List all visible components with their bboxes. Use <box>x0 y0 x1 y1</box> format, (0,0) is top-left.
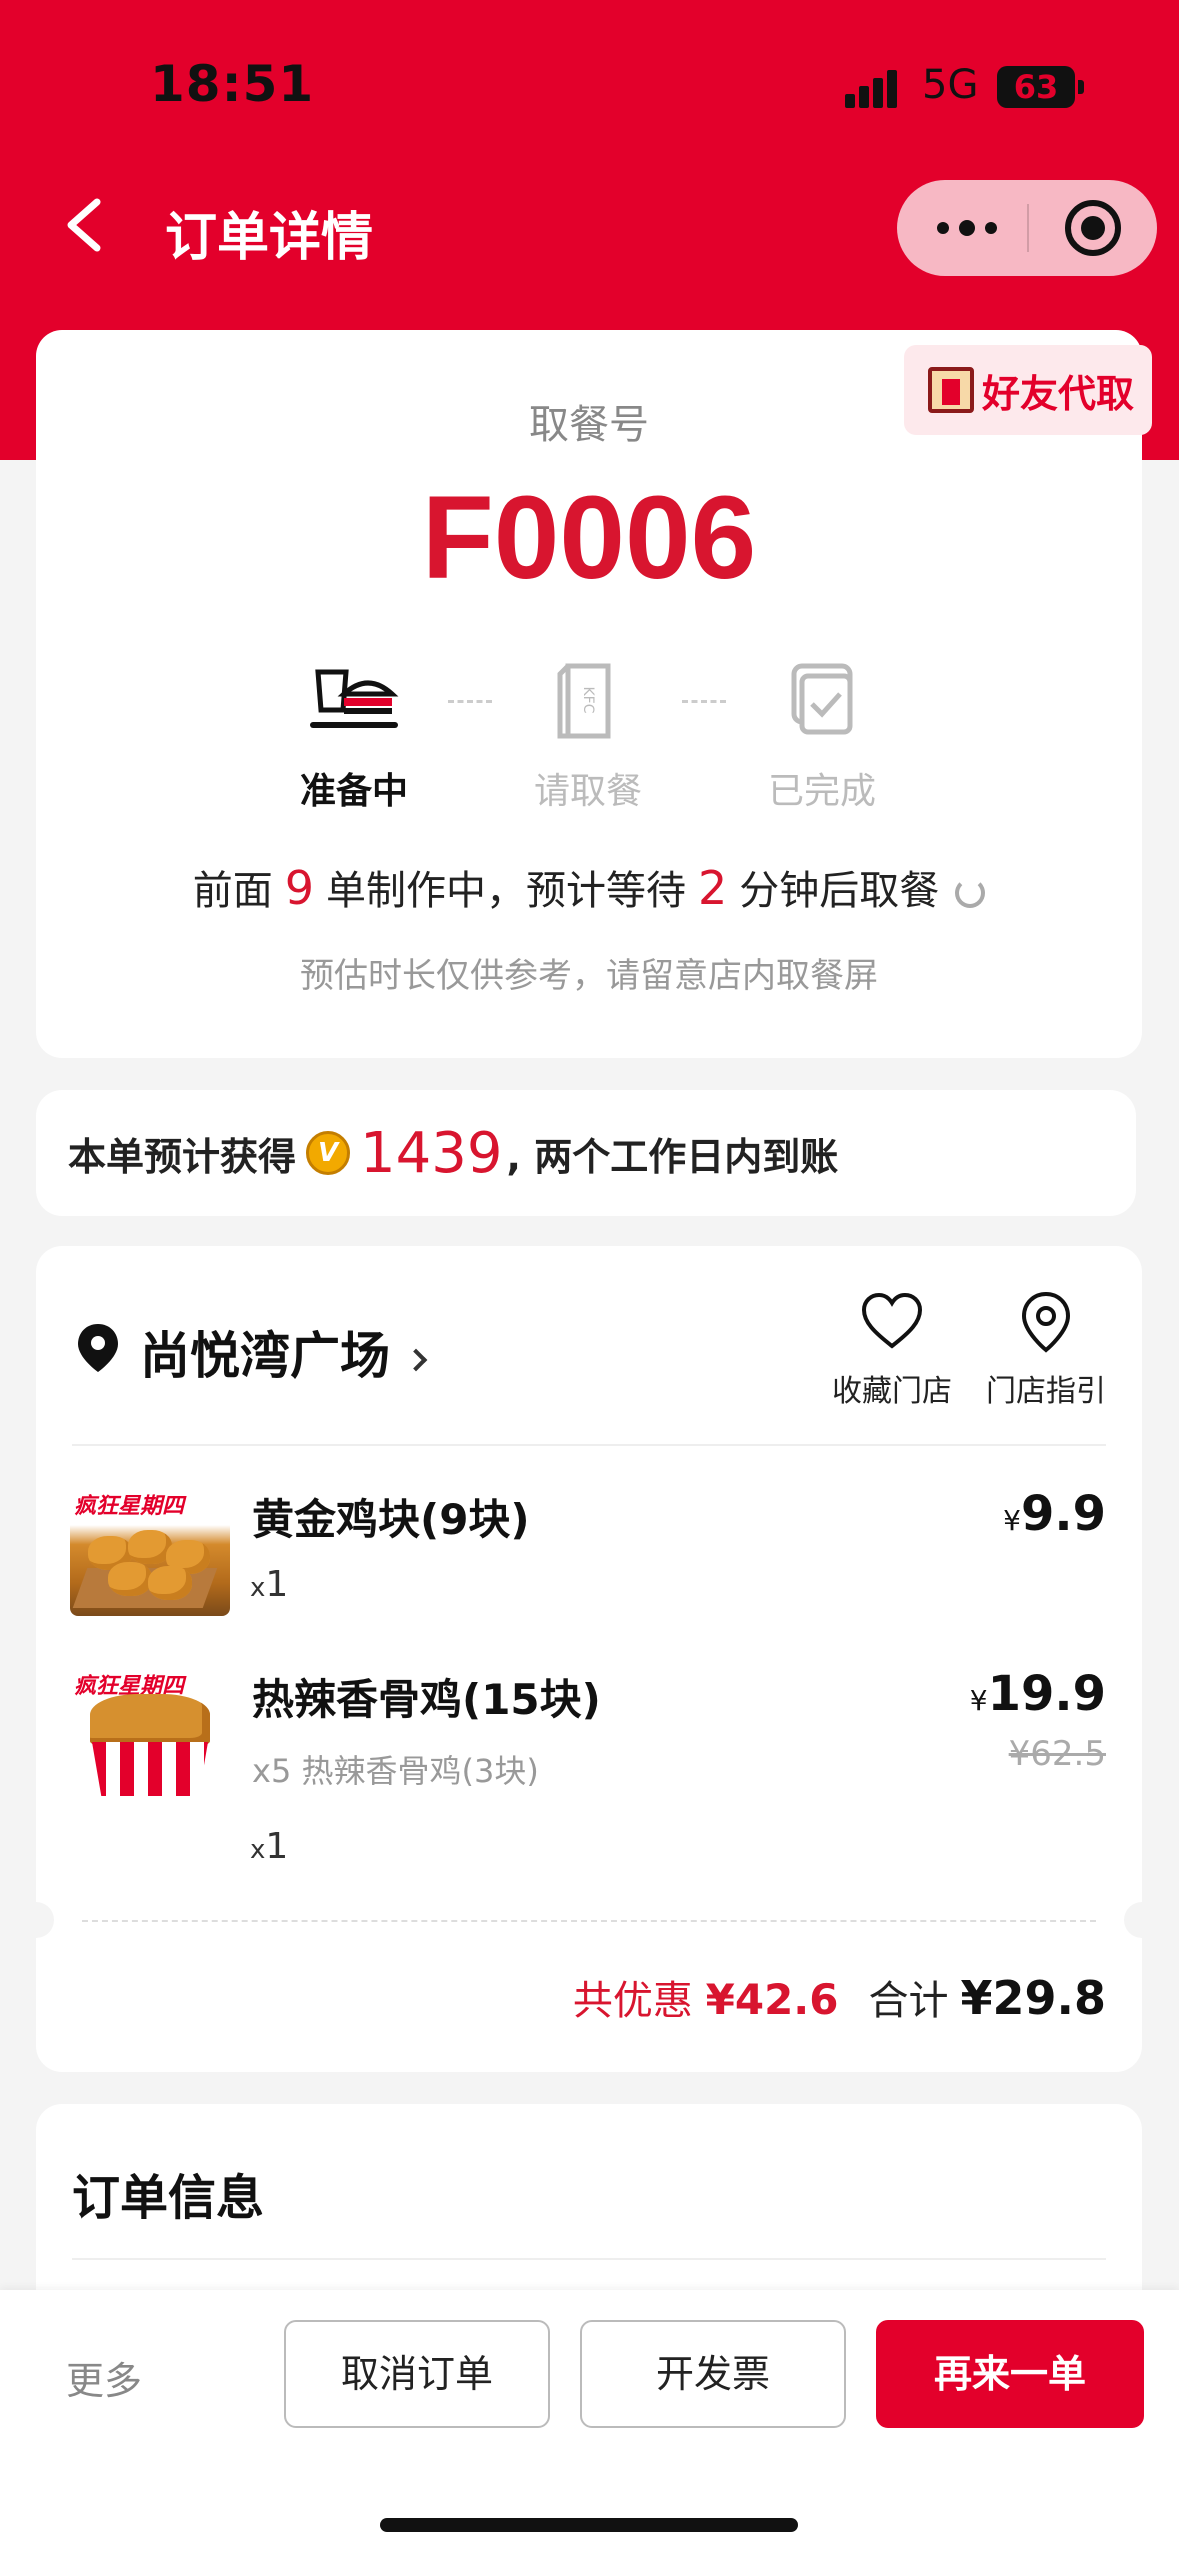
total-value: ¥29.8 <box>960 1971 1106 2025</box>
v-coin-icon: V <box>306 1131 351 1175</box>
meal-tray-icon <box>310 669 399 728</box>
miniprogram-capsule <box>897 180 1157 276</box>
wait-minutes: 2 <box>698 861 728 915</box>
item-image: 疯狂星期四 <box>70 1666 230 1796</box>
reorder-button[interactable]: 再来一单 <box>876 2320 1144 2428</box>
points-suffix: , 两个工作日内到账 <box>506 1134 839 1179</box>
step-label: 请取餐 <box>533 771 642 812</box>
item-description: x5 热辣香骨鸡(3块) <box>252 1752 539 1790</box>
more-menu-icon[interactable] <box>937 210 997 246</box>
orders-ahead-count: 9 <box>284 861 314 915</box>
location-outline-icon <box>1021 1291 1071 1353</box>
item-image: 疯狂星期四 <box>70 1486 230 1616</box>
points-value: 1439 <box>360 1120 503 1186</box>
store-name-link[interactable]: 尚悦湾广场 <box>140 1316 428 1388</box>
status-bar: 18:51 5G 63 <box>0 0 1179 170</box>
store-card: 尚悦湾广场 收藏门店 门店指引 疯狂星期四 黄金鸡块(9块) x1 ¥9.9 疯… <box>18 1246 1160 2072</box>
status-time: 18:51 <box>150 55 315 113</box>
step-label: 已完成 <box>767 771 876 812</box>
total-label: 合计 <box>868 1978 949 2024</box>
signal-icon <box>845 68 905 108</box>
discount-summary: 共优惠 ¥42.6 <box>572 1975 839 2024</box>
item-quantity: x1 <box>250 1564 289 1605</box>
location-pin-icon <box>78 1324 118 1372</box>
close-miniprogram-icon[interactable] <box>1065 200 1121 256</box>
order-info-title: 订单信息 <box>72 2170 265 2226</box>
points-prefix: 本单预计获得 <box>68 1134 297 1179</box>
home-indicator[interactable] <box>380 2518 798 2532</box>
favorite-store-button[interactable]: 收藏门店 <box>832 1290 952 1410</box>
heart-icon <box>861 1292 923 1349</box>
item-name: 黄金鸡块(9块) <box>252 1495 530 1544</box>
kfc-bag-outline-icon: KFC <box>557 663 611 739</box>
chevron-left-icon <box>67 198 101 252</box>
svg-text:KFC: KFC <box>580 686 596 713</box>
chevron-right-icon <box>404 1348 428 1371</box>
item-quantity: x1 <box>250 1826 289 1867</box>
step-completed: 已完成 <box>742 660 902 814</box>
step-preparing: 准备中 <box>274 660 434 814</box>
item-price: ¥9.9 <box>1003 1486 1106 1542</box>
step-ready: KFC 请取餐 <box>508 660 668 814</box>
bottom-action-bar: 更多 取消订单 开发票 再来一单 <box>0 2290 1179 2556</box>
wait-note: 预估时长仅供参考，请留意店内取餐屏 <box>300 956 878 996</box>
points-card: 本单预计获得 V 1439 , 两个工作日内到账 <box>36 1090 1136 1216</box>
pickup-number: F0006 <box>421 472 757 604</box>
back-button[interactable] <box>55 190 115 260</box>
cancel-order-button[interactable]: 取消订单 <box>284 2320 550 2428</box>
invoice-button[interactable]: 开发票 <box>580 2320 846 2428</box>
wait-estimate: 前面 9 单制作中，预计等待 2 分钟后取餐 <box>36 858 1142 916</box>
item-price: ¥19.9 <box>969 1666 1106 1722</box>
battery-icon: 63 <box>997 66 1084 108</box>
pickup-number-label: 取餐号 <box>529 402 649 448</box>
page-title: 订单详情 <box>165 208 374 268</box>
refresh-icon[interactable] <box>955 878 986 908</box>
item-name: 热辣香骨鸡(15块) <box>252 1675 601 1724</box>
item-original-price: ¥62.5 <box>1008 1734 1106 1774</box>
pickup-card: 好友代取 取餐号 F0006 准备中 KFC 请取餐 已完成 前面 9 单制作中，预… <box>36 330 1152 1058</box>
completed-check-icon <box>791 663 853 735</box>
order-totals: 共优惠 ¥42.6 合计 ¥29.8 <box>573 1968 1106 2026</box>
step-label: 准备中 <box>299 771 408 812</box>
store-directions-button[interactable]: 门店指引 <box>986 1290 1106 1410</box>
network-type: 5G <box>922 62 979 108</box>
more-button[interactable]: 更多 <box>66 2350 142 2405</box>
